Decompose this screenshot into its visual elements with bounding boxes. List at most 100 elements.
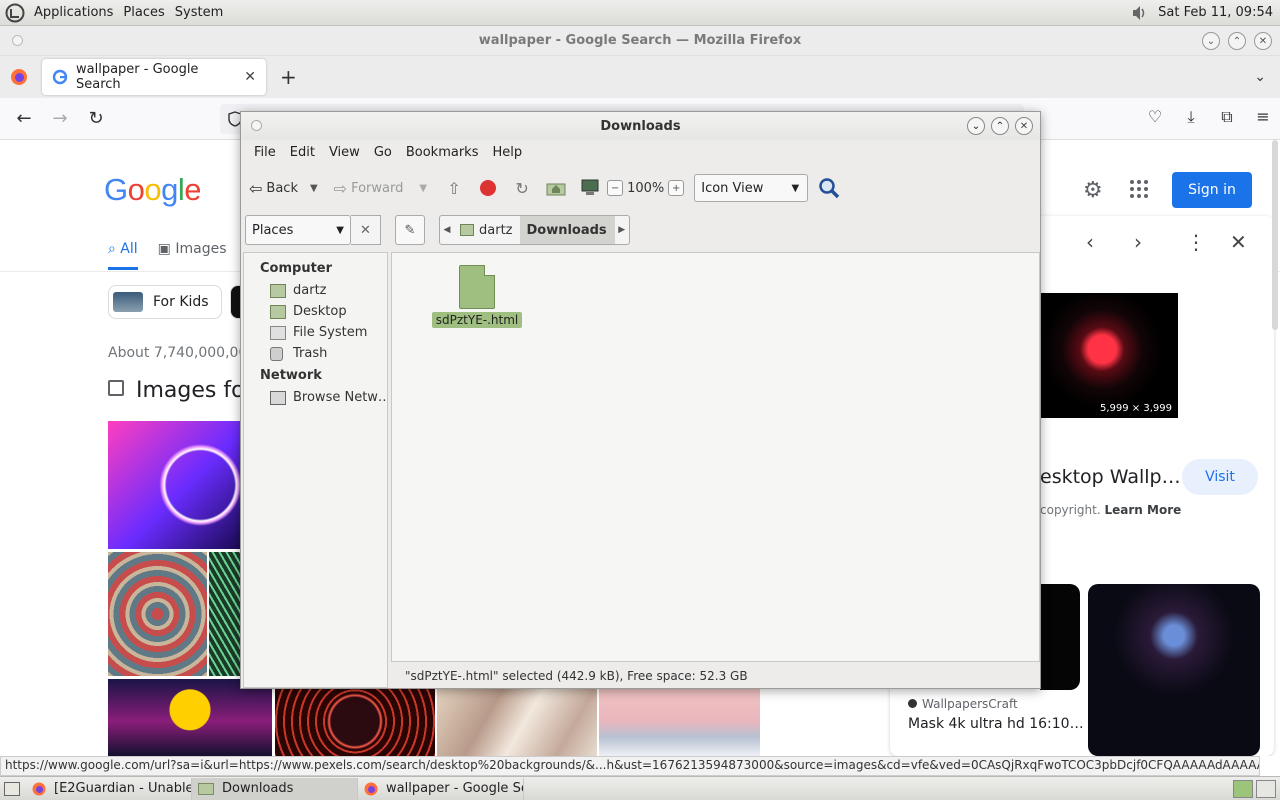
- chevron-right-icon[interactable]: ›: [1134, 230, 1142, 254]
- new-tab-icon[interactable]: +: [280, 65, 297, 89]
- maximize-icon[interactable]: ⌃: [991, 117, 1009, 135]
- firefox-logo-icon[interactable]: [10, 68, 28, 86]
- settings-gear-icon[interactable]: ⚙: [1083, 178, 1103, 203]
- zoom-out-icon[interactable]: −: [607, 180, 624, 196]
- list-all-tabs-icon[interactable]: ⌄: [1254, 69, 1266, 85]
- visit-button[interactable]: Visit: [1182, 459, 1258, 495]
- sign-in-button[interactable]: Sign in: [1172, 172, 1252, 208]
- sidebar-item-dartz[interactable]: dartz: [244, 280, 387, 301]
- sidebar-item-file-system[interactable]: File System: [244, 322, 387, 343]
- search-icon[interactable]: [818, 177, 840, 199]
- menu-file[interactable]: File: [247, 145, 283, 160]
- workspace-2[interactable]: [1256, 779, 1276, 798]
- forward-button[interactable]: ⇨ Forward: [334, 179, 404, 198]
- menu-go[interactable]: Go: [367, 145, 399, 160]
- related-image[interactable]: [1088, 584, 1260, 756]
- tab-images[interactable]: ▣ Images: [158, 241, 227, 270]
- menu-places[interactable]: Places: [118, 5, 169, 20]
- menu-help[interactable]: Help: [485, 145, 529, 160]
- workspace-switcher: [1233, 779, 1276, 798]
- page-scrollbar[interactable]: [1272, 140, 1278, 330]
- menu-view[interactable]: View: [322, 145, 367, 160]
- chip-for-kids[interactable]: For Kids: [108, 285, 222, 319]
- minimize-icon[interactable]: ⌄: [1202, 32, 1220, 50]
- breadcrumb-left-icon[interactable]: ◀: [440, 225, 454, 235]
- extensions-icon[interactable]: ⧉: [1216, 107, 1238, 127]
- image-result[interactable]: [108, 679, 272, 756]
- pocket-icon[interactable]: ♡: [1144, 107, 1166, 127]
- breadcrumb-downloads[interactable]: Downloads: [520, 216, 615, 244]
- sidebar-item-desktop[interactable]: Desktop: [244, 301, 387, 322]
- reload-icon[interactable]: ↻: [511, 177, 533, 199]
- workspace-1[interactable]: [1233, 779, 1253, 798]
- computer-icon[interactable]: [579, 177, 601, 199]
- close-icon[interactable]: ✕: [1015, 117, 1033, 135]
- home-folder-icon[interactable]: [545, 177, 567, 199]
- preview-image[interactable]: 5,999 × 3,999: [1040, 293, 1178, 418]
- learn-more-link[interactable]: Learn More: [1105, 503, 1182, 517]
- firefox-titlebar[interactable]: wallpaper - Google Search — Mozilla Fire…: [0, 26, 1280, 56]
- more-options-icon[interactable]: ⋮: [1186, 230, 1206, 254]
- file-manager-toolbar: ⇦ Back ▼ ⇨ Forward ▼ ⇧ ↻ − 100% + Icon V…: [241, 168, 1040, 208]
- distro-logo-icon[interactable]: [5, 3, 25, 23]
- breadcrumb-right-icon[interactable]: ▶: [615, 225, 629, 235]
- zoom-in-icon[interactable]: +: [668, 180, 685, 196]
- sidebar-item-trash[interactable]: Trash: [244, 343, 387, 364]
- image-result[interactable]: [437, 679, 597, 756]
- clock[interactable]: Sat Feb 11, 09:54: [1158, 5, 1273, 20]
- file-item[interactable]: sdPztYE-.html: [431, 265, 523, 328]
- image-result[interactable]: [108, 552, 207, 676]
- close-icon[interactable]: ✕: [1254, 32, 1272, 50]
- menu-edit[interactable]: Edit: [283, 145, 322, 160]
- related-caption[interactable]: Mask 4k ultra hd 16:10…: [908, 716, 1084, 732]
- window-menu-icon[interactable]: [12, 35, 23, 46]
- reload-icon[interactable]: ↻: [78, 108, 114, 129]
- file-view[interactable]: sdPztYE-.html: [391, 252, 1040, 662]
- google-logo[interactable]: Google: [104, 172, 202, 208]
- close-icon[interactable]: ✕: [1230, 230, 1247, 254]
- menu-system[interactable]: System: [170, 5, 228, 20]
- tab-close-icon[interactable]: ✕: [244, 69, 256, 85]
- menu-bookmarks[interactable]: Bookmarks: [399, 145, 486, 160]
- back-button[interactable]: ⇦ Back: [249, 179, 298, 198]
- image-result[interactable]: [275, 679, 435, 756]
- file-manager-titlebar[interactable]: Downloads ⌄ ⌃ ✕: [241, 112, 1040, 140]
- image-result[interactable]: [209, 552, 240, 676]
- image-result[interactable]: [108, 421, 240, 549]
- chip-label: For Kids: [153, 294, 209, 310]
- sidebar-type-select[interactable]: Places ▼: [245, 215, 351, 245]
- view-mode-select[interactable]: Icon View ▼: [694, 174, 809, 202]
- forward-arrow-icon[interactable]: →: [42, 108, 78, 129]
- close-sidebar-icon[interactable]: ✕: [351, 215, 381, 245]
- image-result[interactable]: [599, 679, 760, 756]
- network-icon: [270, 390, 286, 405]
- preview-title[interactable]: esktop Wallp…: [1040, 466, 1181, 488]
- window-menu-icon[interactable]: [251, 120, 262, 131]
- breadcrumb-dartz[interactable]: dartz: [454, 216, 520, 244]
- back-arrow-icon[interactable]: ←: [6, 108, 42, 129]
- minimize-icon[interactable]: ⌄: [967, 117, 985, 135]
- hamburger-menu-icon[interactable]: ≡: [1252, 107, 1274, 127]
- tab-all[interactable]: ⌕ All: [108, 241, 138, 270]
- downloads-icon[interactable]: ⤓: [1180, 107, 1202, 127]
- tab-google-search[interactable]: wallpaper - Google Search ✕: [42, 59, 266, 95]
- menu-applications[interactable]: Applications: [29, 5, 118, 20]
- taskbar-item-e2guardian[interactable]: [E2Guardian - Unable ...: [26, 777, 192, 800]
- show-desktop-icon[interactable]: [4, 781, 20, 796]
- sidebar-item-browse-network[interactable]: Browse Netw…: [244, 387, 387, 408]
- back-history-dropdown-icon[interactable]: ▼: [310, 183, 318, 194]
- volume-icon[interactable]: [1130, 4, 1148, 22]
- google-apps-icon[interactable]: [1130, 180, 1148, 198]
- maximize-icon[interactable]: ⌃: [1228, 32, 1246, 50]
- forward-history-dropdown-icon[interactable]: ▼: [419, 183, 427, 194]
- source-favicon-icon: [908, 699, 917, 708]
- up-arrow-icon[interactable]: ⇧: [443, 177, 465, 199]
- chevron-left-icon[interactable]: ‹: [1086, 230, 1094, 254]
- edit-location-icon[interactable]: ✎: [395, 215, 425, 245]
- taskbar-item-downloads[interactable]: Downloads: [192, 777, 358, 800]
- taskbar-item-wallpaper[interactable]: wallpaper - Google Se...: [358, 777, 524, 800]
- stop-icon[interactable]: [477, 177, 499, 199]
- html-file-icon: [459, 265, 495, 309]
- firefox-toolbar-right: ♡ ⤓ ⧉ ≡: [1144, 107, 1274, 127]
- related-image[interactable]: [1040, 584, 1080, 690]
